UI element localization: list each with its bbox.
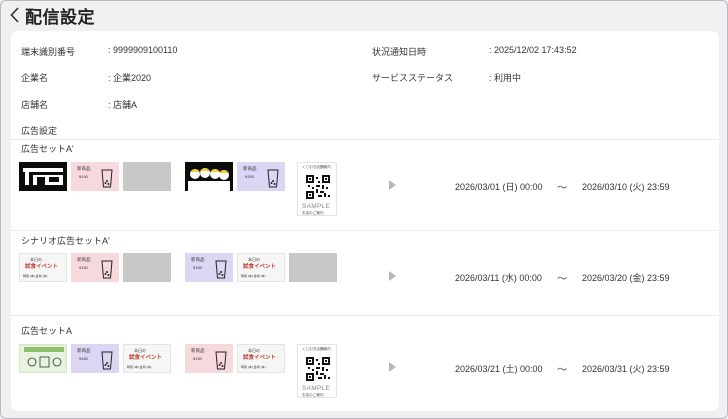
ad-thumbnail-new-product[interactable]: 新商品 ¥150 <box>71 253 119 282</box>
end-date: 2026/03/10 (火) 23:59 <box>582 182 670 192</box>
qr-code-icon <box>306 357 330 381</box>
qr-heading: くじ引き店舗案内 <box>302 165 331 169</box>
today-only-text: 本日の <box>30 257 42 262</box>
page-title: 配信設定 <box>25 7 95 27</box>
chevron-left-icon <box>9 7 19 23</box>
drink-cup-image <box>215 351 227 370</box>
drink-cup-image <box>215 260 227 279</box>
ad-thumbnail-placeholder[interactable] <box>123 253 171 282</box>
today-only-text: 本日の <box>134 348 146 353</box>
ad-set-thumbnails: 新商品 ¥150 新商品 ¥150 くじ引き店舗案内 SAMPLE お店のご案内 <box>19 162 337 216</box>
ad-set-thumbnails: 新商品 ¥150 本日の 試食イベント 時間 (本) 会場 (本) 新商品 ¥1… <box>19 344 337 398</box>
new-product-text: 新商品 <box>77 166 91 171</box>
play-triangle-icon <box>389 362 396 372</box>
play-triangle-icon <box>389 271 396 281</box>
ad-thumbnail-storefront[interactable] <box>19 162 67 191</box>
drink-cup-image <box>101 169 113 188</box>
content-card: 端末識別番号 : 9999909100110 状況通知日時 : 2025/12/… <box>11 31 719 411</box>
divider <box>11 230 719 231</box>
company-label: 企業名 <box>21 73 49 83</box>
divider <box>11 139 719 140</box>
ad-set-name: 広告セットA' <box>21 144 74 154</box>
start-date: 2026/03/01 (日) 00:00 <box>455 182 543 192</box>
drink-cup-image <box>101 260 113 279</box>
page-header: 配信設定 <box>7 3 95 27</box>
ad-thumbnail-placeholder[interactable] <box>123 162 171 191</box>
price-text: ¥150 <box>245 174 254 179</box>
start-date: 2026/03/11 (水) 00:00 <box>455 273 542 283</box>
ad-thumbnail-drawing[interactable] <box>19 344 67 373</box>
ad-thumbnail-event[interactable]: 本日の 試食イベント 時間 (本) 会場 (本) <box>237 253 285 282</box>
price-text: ¥150 <box>79 356 88 361</box>
ad-set-name: シナリオ広告セットA' <box>21 236 110 246</box>
ad-thumbnail-new-product-lavender[interactable]: 新商品 ¥150 <box>71 344 119 373</box>
date-range-tilde: ～ <box>557 274 567 285</box>
service-status-value: : 利用中 <box>489 73 522 83</box>
price-text: ¥150 <box>193 356 202 361</box>
ad-thumbnail-event[interactable]: 本日の 試食イベント 時間 (本) 会場 (本) <box>19 253 67 282</box>
status-time-label: 状況通知日時 <box>372 47 427 57</box>
store-label: 店舗名 <box>21 100 49 110</box>
event-text: 試食イベント <box>243 355 277 361</box>
qr-heading: くじ引き店舗案内 <box>302 347 331 351</box>
event-note: 時間 (本) 会場 (本) <box>241 274 266 278</box>
ad-thumbnail-qr[interactable]: くじ引き店舗案内 SAMPLE お店のご案内 <box>297 162 337 216</box>
event-note: 時間 (本) 会場 (本) <box>23 274 48 278</box>
ad-thumbnail-workers[interactable] <box>185 162 233 191</box>
workers-image <box>185 162 233 191</box>
ad-set-thumbnails: 本日の 試食イベント 時間 (本) 会場 (本) 新商品 ¥150 新商品 ¥1… <box>19 253 337 282</box>
terminal-id-label: 端末識別番号 <box>21 47 76 57</box>
ad-thumbnail-event[interactable]: 本日の 試食イベント 時間 (本) 会場 (本) <box>123 344 171 373</box>
illustration-image <box>24 347 64 368</box>
ad-thumbnail-new-product-lavender[interactable]: 新商品 ¥150 <box>237 162 285 191</box>
new-product-text: 新商品 <box>77 257 91 262</box>
new-product-text: 新商品 <box>77 348 91 353</box>
ad-settings-label: 広告設定 <box>21 126 58 136</box>
drink-cup-image <box>101 351 113 370</box>
date-range-tilde: ～ <box>557 365 567 376</box>
qr-footer: お店のご案内 <box>302 393 324 397</box>
event-text: 試食イベント <box>243 264 277 270</box>
ad-thumbnail-placeholder[interactable] <box>289 253 337 282</box>
ad-set-name: 広告セットA <box>21 326 73 336</box>
date-range-tilde: ～ <box>557 183 567 194</box>
app-frame: 配信設定 端末識別番号 : 9999909100110 状況通知日時 : 202… <box>0 0 728 419</box>
qr-code-icon <box>306 175 330 199</box>
storefront-image <box>23 168 63 185</box>
service-status-label: サービスステータス <box>372 73 454 83</box>
today-only-text: 本日の <box>248 348 260 353</box>
drink-cup-image <box>267 169 279 188</box>
price-text: ¥150 <box>193 265 202 270</box>
qr-footer: お店のご案内 <box>302 211 324 215</box>
event-text: 試食イベント <box>25 264 59 270</box>
end-date: 2026/03/31 (火) 23:59 <box>582 364 670 374</box>
price-text: ¥150 <box>79 174 88 179</box>
today-only-text: 本日の <box>248 257 260 262</box>
new-product-text: 新商品 <box>191 348 205 353</box>
qr-sample-text: SAMPLE <box>302 385 331 392</box>
event-text: 試食イベント <box>129 355 163 361</box>
price-text: ¥150 <box>79 265 88 270</box>
store-value: : 店舗A <box>108 100 138 110</box>
event-note: 時間 (本) 会場 (本) <box>241 365 266 369</box>
ad-thumbnail-new-product-lavender[interactable]: 新商品 ¥150 <box>185 253 233 282</box>
ad-thumbnail-new-product[interactable]: 新商品 ¥150 <box>71 162 119 191</box>
new-product-text: 新商品 <box>243 166 257 171</box>
divider <box>11 315 719 316</box>
ad-thumbnail-event[interactable]: 本日の 試食イベント 時間 (本) 会場 (本) <box>237 344 285 373</box>
company-value: : 企業2020 <box>108 73 152 83</box>
start-date: 2026/03/21 (土) 00:00 <box>455 364 543 374</box>
status-time-value: : 2025/12/02 17:43:52 <box>489 45 577 55</box>
play-triangle-icon <box>389 180 396 190</box>
qr-sample-text: SAMPLE <box>302 203 331 210</box>
back-button[interactable] <box>7 5 21 25</box>
terminal-id-value: : 9999909100110 <box>108 45 178 55</box>
event-note: 時間 (本) 会場 (本) <box>127 365 152 369</box>
ad-thumbnail-qr[interactable]: くじ引き店舗案内 SAMPLE お店のご案内 <box>297 344 337 398</box>
new-product-text: 新商品 <box>191 257 205 262</box>
end-date: 2026/03/20 (金) 23:59 <box>582 273 670 283</box>
ad-thumbnail-new-product[interactable]: 新商品 ¥150 <box>185 344 233 373</box>
